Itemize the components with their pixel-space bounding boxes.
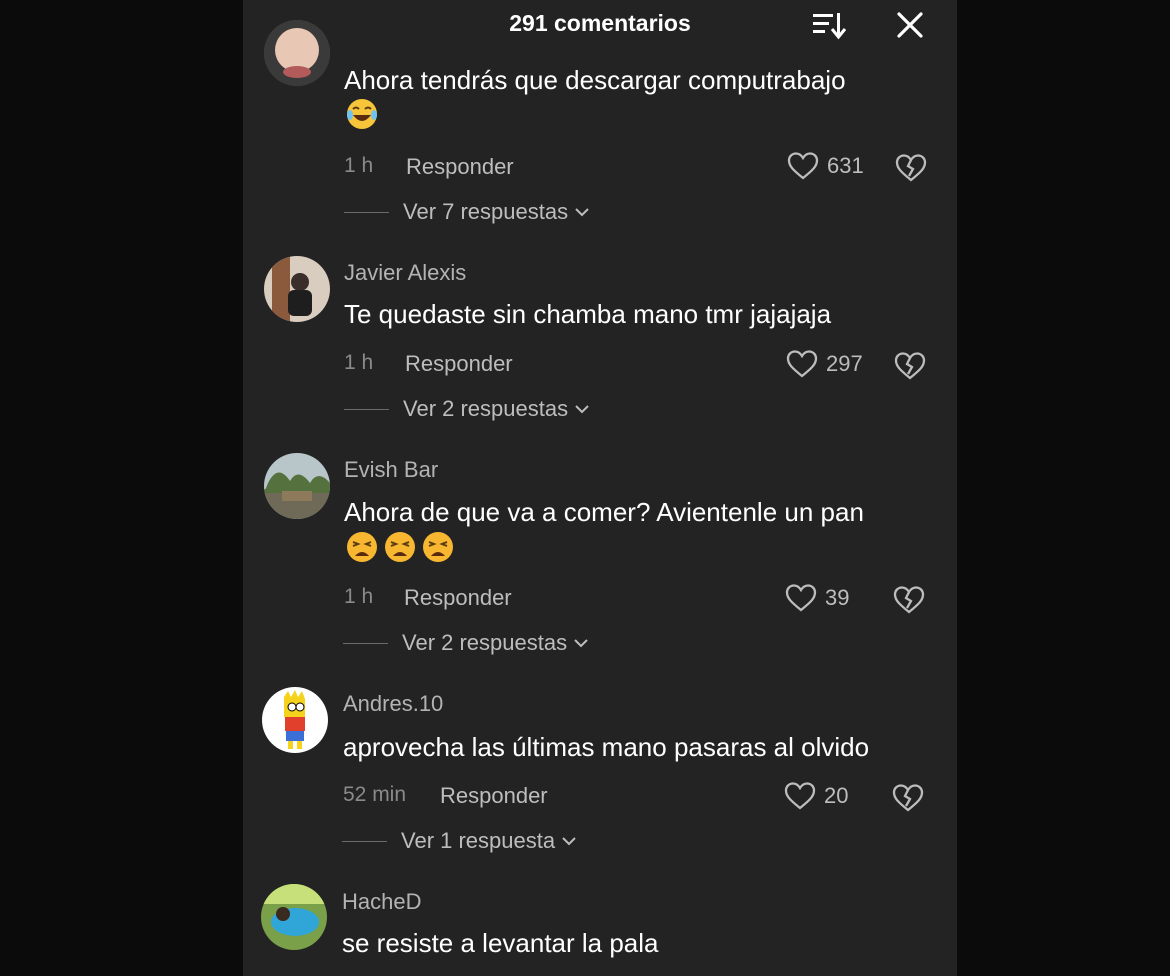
sort-icon[interactable]	[811, 10, 847, 40]
comment-text: aprovecha las últimas mano pasaras al ol…	[343, 732, 870, 762]
like-button[interactable]: 631	[787, 151, 864, 181]
weary-emoji-icon	[385, 532, 415, 562]
chevron-down-icon	[575, 405, 589, 414]
heart-icon	[785, 584, 817, 612]
comment-username[interactable]: Evish Bar	[344, 457, 438, 483]
comments-count-title: 291 comentarios	[509, 10, 691, 36]
avatar[interactable]	[261, 884, 327, 950]
chevron-down-icon	[562, 837, 576, 846]
replies-divider	[342, 841, 387, 842]
reply-button[interactable]: Responder	[404, 585, 512, 611]
comment-time: 1 h	[344, 351, 374, 374]
broken-heart-icon[interactable]	[894, 350, 926, 382]
like-button[interactable]: 39	[785, 583, 849, 613]
reply-button[interactable]: Responder	[440, 783, 548, 809]
view-replies-label: Ver 2 respuestas	[403, 396, 569, 421]
like-count: 20	[824, 783, 849, 808]
broken-heart-icon[interactable]	[892, 782, 924, 814]
comment-time: 1 h	[344, 585, 374, 608]
comment-text: Ahora tendrás que descargar computrabajo	[344, 65, 846, 95]
reply-button[interactable]: Responder	[406, 154, 514, 180]
view-replies-label: Ver 1 respuesta	[401, 828, 556, 853]
laughing-emoji-icon	[347, 99, 377, 129]
heart-icon	[787, 152, 819, 180]
comments-panel: 291 comentarios Ahora tendrás que descar…	[243, 0, 957, 976]
view-replies-button[interactable]: Ver 1 respuesta	[401, 828, 577, 854]
weary-emoji-icon	[423, 532, 453, 562]
avatar[interactable]	[262, 687, 328, 753]
comment-time: 52 min	[343, 783, 407, 806]
comment-time: 1 h	[344, 154, 374, 177]
like-button[interactable]: 297	[786, 349, 863, 379]
view-replies-button[interactable]: Ver 2 respuestas	[402, 630, 589, 656]
reply-button[interactable]: Responder	[405, 351, 513, 377]
replies-divider	[343, 643, 388, 644]
comment-username[interactable]: Andres.10	[343, 691, 443, 717]
comment-username[interactable]: Javier Alexis	[344, 260, 466, 286]
avatar[interactable]	[264, 453, 330, 519]
view-replies-button[interactable]: Ver 2 respuestas	[403, 396, 590, 422]
comment-text: Ahora de que va a comer? Avientenle un p…	[344, 497, 864, 527]
chevron-down-icon	[574, 639, 588, 648]
comment-text: se resiste a levantar la pala	[342, 928, 659, 958]
comment-username[interactable]: HacheD	[342, 889, 421, 915]
view-replies-label: Ver 2 respuestas	[402, 630, 568, 655]
view-replies-label: Ver 7 respuestas	[403, 199, 569, 224]
emoji-row	[345, 530, 455, 564]
close-icon[interactable]	[895, 10, 925, 40]
weary-emoji-icon	[347, 532, 377, 562]
replies-divider	[344, 212, 389, 213]
broken-heart-icon[interactable]	[893, 584, 925, 616]
like-button[interactable]: 20	[784, 781, 848, 811]
like-count: 631	[827, 153, 864, 178]
replies-divider	[344, 409, 389, 410]
emoji-row	[345, 97, 379, 131]
heart-icon	[786, 350, 818, 378]
chevron-down-icon	[575, 208, 589, 217]
avatar[interactable]	[264, 20, 330, 86]
like-count: 39	[825, 585, 850, 610]
avatar[interactable]	[264, 256, 330, 322]
heart-icon	[784, 782, 816, 810]
comment-text: Te quedaste sin chamba mano tmr jajajaja	[344, 299, 832, 329]
like-count: 297	[826, 351, 863, 376]
comments-header: 291 comentarios	[243, 0, 957, 48]
broken-heart-icon[interactable]	[895, 152, 927, 184]
view-replies-button[interactable]: Ver 7 respuestas	[403, 199, 590, 225]
